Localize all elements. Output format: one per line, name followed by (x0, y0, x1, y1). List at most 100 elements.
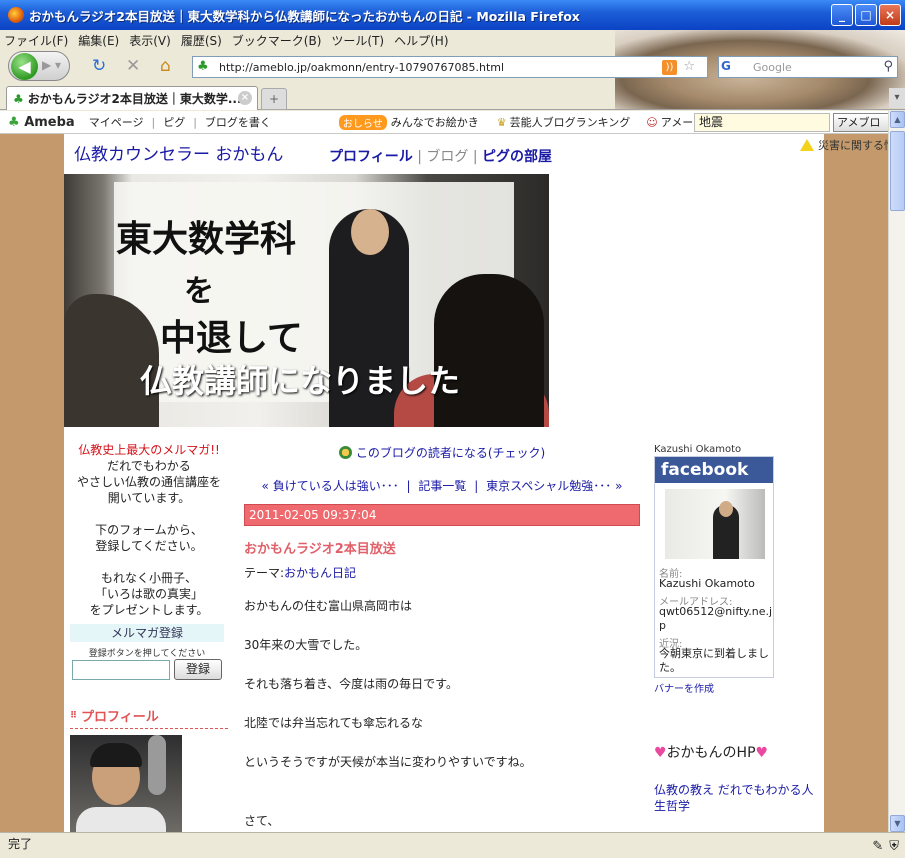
entry-date: 2011-02-05 09:37:04 (244, 504, 640, 526)
google-icon[interactable]: G (721, 59, 739, 75)
header-caption-3: 中退して (160, 317, 303, 359)
scroll-up-button[interactable]: ▲ (890, 111, 905, 128)
ameba-logo[interactable]: ♣ Ameba (8, 115, 75, 130)
back-forward-group: ◀ ▶ ▾ (8, 51, 70, 81)
entry-paragraph: おかもんの住む富山県高岡市は (244, 599, 413, 613)
heart-icon: ♥ (755, 745, 769, 761)
nav-blog-link[interactable]: ブログ (426, 149, 468, 165)
mailmagazine-promo: 仏教史上最大のメルマガ!! だれでもわかる やさしい仏教の通信講座を 開いていま… (70, 442, 228, 618)
crown-icon: ♛ (496, 115, 507, 129)
search-icon[interactable]: ⚲ (883, 59, 893, 74)
prev-entry-link[interactable]: « 負けている人は強い･･･ (262, 479, 399, 493)
page-viewport: 仏教カウンセラー おかもん プロフィール | ブログ | ピグの部屋 東大数学科… (0, 134, 888, 832)
menu-file[interactable]: ファイル(F) (4, 32, 68, 49)
ameba-search-button[interactable]: アメブロ (833, 113, 893, 132)
header-caption-4: 仏教講師になりました (140, 362, 461, 400)
tab-label: おかもんラジオ2本目放送｜東大数学... (27, 92, 242, 106)
mailmagazine-email-input[interactable] (72, 660, 170, 680)
maximize-button[interactable]: □ (855, 4, 877, 26)
url-bar[interactable]: ♣ http://ameblo.jp/oakmonn/entry-1079076… (192, 56, 708, 78)
create-banner-link[interactable]: バナーを作成 (654, 680, 714, 695)
reader-icon (338, 446, 352, 459)
new-tab-button[interactable]: + (261, 88, 287, 110)
profile-heading: ⠿ プロフィール (70, 706, 228, 729)
forward-button[interactable]: ▶ ▾ (42, 58, 61, 72)
menu-help[interactable]: ヘルプ(H) (394, 32, 448, 49)
mailmagazine-title: メルマガ登録 (70, 624, 224, 642)
status-text: 完了 (8, 837, 33, 851)
entry-paragraph: というそうですが天候が本当に変わりやすいですね。 (244, 755, 532, 769)
entry-title[interactable]: おかもんラジオ2本目放送 (244, 538, 396, 557)
blog-nav: プロフィール | ブログ | ピグの部屋 (329, 149, 552, 165)
header-caption-2: を (184, 274, 214, 309)
security-icon[interactable]: ⛨ (889, 836, 899, 858)
promo-line: 登録してください。 (95, 539, 203, 553)
audience-person-right (434, 274, 544, 427)
ameba-search-input[interactable]: 地震 (694, 113, 830, 132)
addon-icon[interactable]: ✎ (872, 836, 883, 858)
warning-icon (800, 139, 814, 151)
entry-paragraph: それも落ち着き、今度は雨の毎日です。 (244, 677, 458, 691)
fb-badge-name[interactable]: Kazushi Okamoto (654, 444, 741, 455)
mailmagazine-hint: 登録ボタンを押してください (88, 649, 206, 659)
promo-line: 下のフォームから、 (95, 523, 203, 537)
menu-view[interactable]: 表示(V) (129, 32, 171, 49)
blog-title[interactable]: 仏教カウンセラー おかもん (74, 140, 283, 165)
entry-pager: « 負けている人は強い･･･ | 記事一覧 | 東京スペシャル勉強･･･ » (261, 479, 623, 493)
firefox-icon (8, 7, 24, 23)
reload-icon[interactable]: ↻ (92, 56, 106, 76)
window-title: おかもんラジオ2本目放送｜東大数学科から仏教講師になったおかもんの日記 - Mo… (29, 8, 580, 24)
stop-icon[interactable]: ✕ (126, 56, 140, 76)
theme-link[interactable]: おかもん日記 (284, 566, 356, 580)
reader-register[interactable]: このブログの読者になる(チェック) (244, 444, 640, 461)
tab-favicon-icon: ♣ (13, 91, 24, 106)
mailmagazine-register-button[interactable]: 登録 (174, 659, 222, 680)
ameba-pigg-link[interactable]: ピグ (163, 114, 185, 130)
blog-content: 仏教カウンセラー おかもん プロフィール | ブログ | ピグの部屋 東大数学科… (64, 134, 824, 832)
tab-active[interactable]: ♣ おかもんラジオ2本目放送｜東大数学... × (6, 86, 258, 110)
facebook-badge[interactable]: facebook 名前: Kazushi Okamoto メールアドレス: qw… (654, 456, 774, 678)
hp-link[interactable]: 仏教の教え だれでもわかる人生哲学 (654, 782, 824, 814)
entry-paragraph: 北陸では弁当忘れても傘忘れるな (244, 716, 424, 730)
ameba-mypage-link[interactable]: マイページ (89, 114, 144, 130)
promo-line: だれでもわかる (107, 459, 191, 473)
bookmark-star-icon[interactable]: ☆ (683, 59, 695, 74)
fb-mail-value: qwt06512@nifty.ne.jp (659, 605, 773, 632)
menu-tools[interactable]: ツール(T) (331, 32, 384, 49)
nav-profile-link[interactable]: プロフィール (329, 149, 413, 165)
disaster-notice[interactable]: 災害に関する情 (800, 137, 888, 153)
entry-paragraph: 30年来の大雪でした。 (244, 638, 368, 652)
back-button[interactable]: ◀ (11, 53, 38, 80)
menu-bar: ファイル(F) 編集(E) 表示(V) 履歴(S) ブックマーク(B) ツール(… (0, 30, 449, 50)
promo-line: もれなく小冊子、 (100, 571, 197, 585)
search-box[interactable]: G Google ⚲ (718, 56, 898, 78)
menu-edit[interactable]: 編集(E) (78, 32, 119, 49)
fb-profile-photo (665, 489, 765, 559)
next-entry-link[interactable]: 東京スペシャル勉強･･･ » (486, 479, 622, 493)
ameba-toolbar: ♣ Ameba マイページ | ピグ | ブログを書く おしらせ みんなでお絵か… (0, 111, 893, 134)
rss-icon[interactable]: )) (662, 60, 677, 75)
scroll-thumb[interactable] (890, 131, 905, 211)
menu-history[interactable]: 履歴(S) (181, 32, 222, 49)
oshirase-link[interactable]: みんなでお絵かき (391, 114, 479, 130)
url-text[interactable]: http://ameblo.jp/oakmonn/entry-107907670… (219, 61, 504, 74)
minimize-button[interactable]: _ (831, 4, 853, 26)
menu-bookmarks[interactable]: ブックマーク(B) (232, 32, 322, 49)
promo-line: やさしい仏教の通信講座を (76, 475, 221, 489)
vertical-scrollbar[interactable]: ▲ ▼ (888, 111, 905, 832)
header-caption-1: 東大数学科 (116, 218, 297, 260)
promo-headline: 仏教史上最大のメルマガ!! (78, 443, 220, 457)
close-button[interactable]: × (879, 4, 901, 26)
tab-list-button[interactable]: ▾ (889, 88, 905, 108)
ameba-write-link[interactable]: ブログを書く (205, 114, 271, 130)
profile-photo[interactable] (70, 735, 182, 832)
home-icon[interactable]: ⌂ (160, 56, 171, 76)
ranking-link[interactable]: 芸能人ブログランキング (510, 114, 631, 130)
entry-list-link[interactable]: 記事一覧 (418, 479, 466, 493)
tab-close-icon[interactable]: × (238, 91, 252, 105)
facebook-logo: facebook (655, 457, 773, 483)
nav-pigg-link[interactable]: ピグの部屋 (482, 149, 552, 165)
status-bar: 完了 ✎ ⛨ (0, 832, 905, 858)
scroll-down-button[interactable]: ▼ (890, 815, 905, 832)
oshirase-badge: おしらせ (338, 114, 387, 130)
